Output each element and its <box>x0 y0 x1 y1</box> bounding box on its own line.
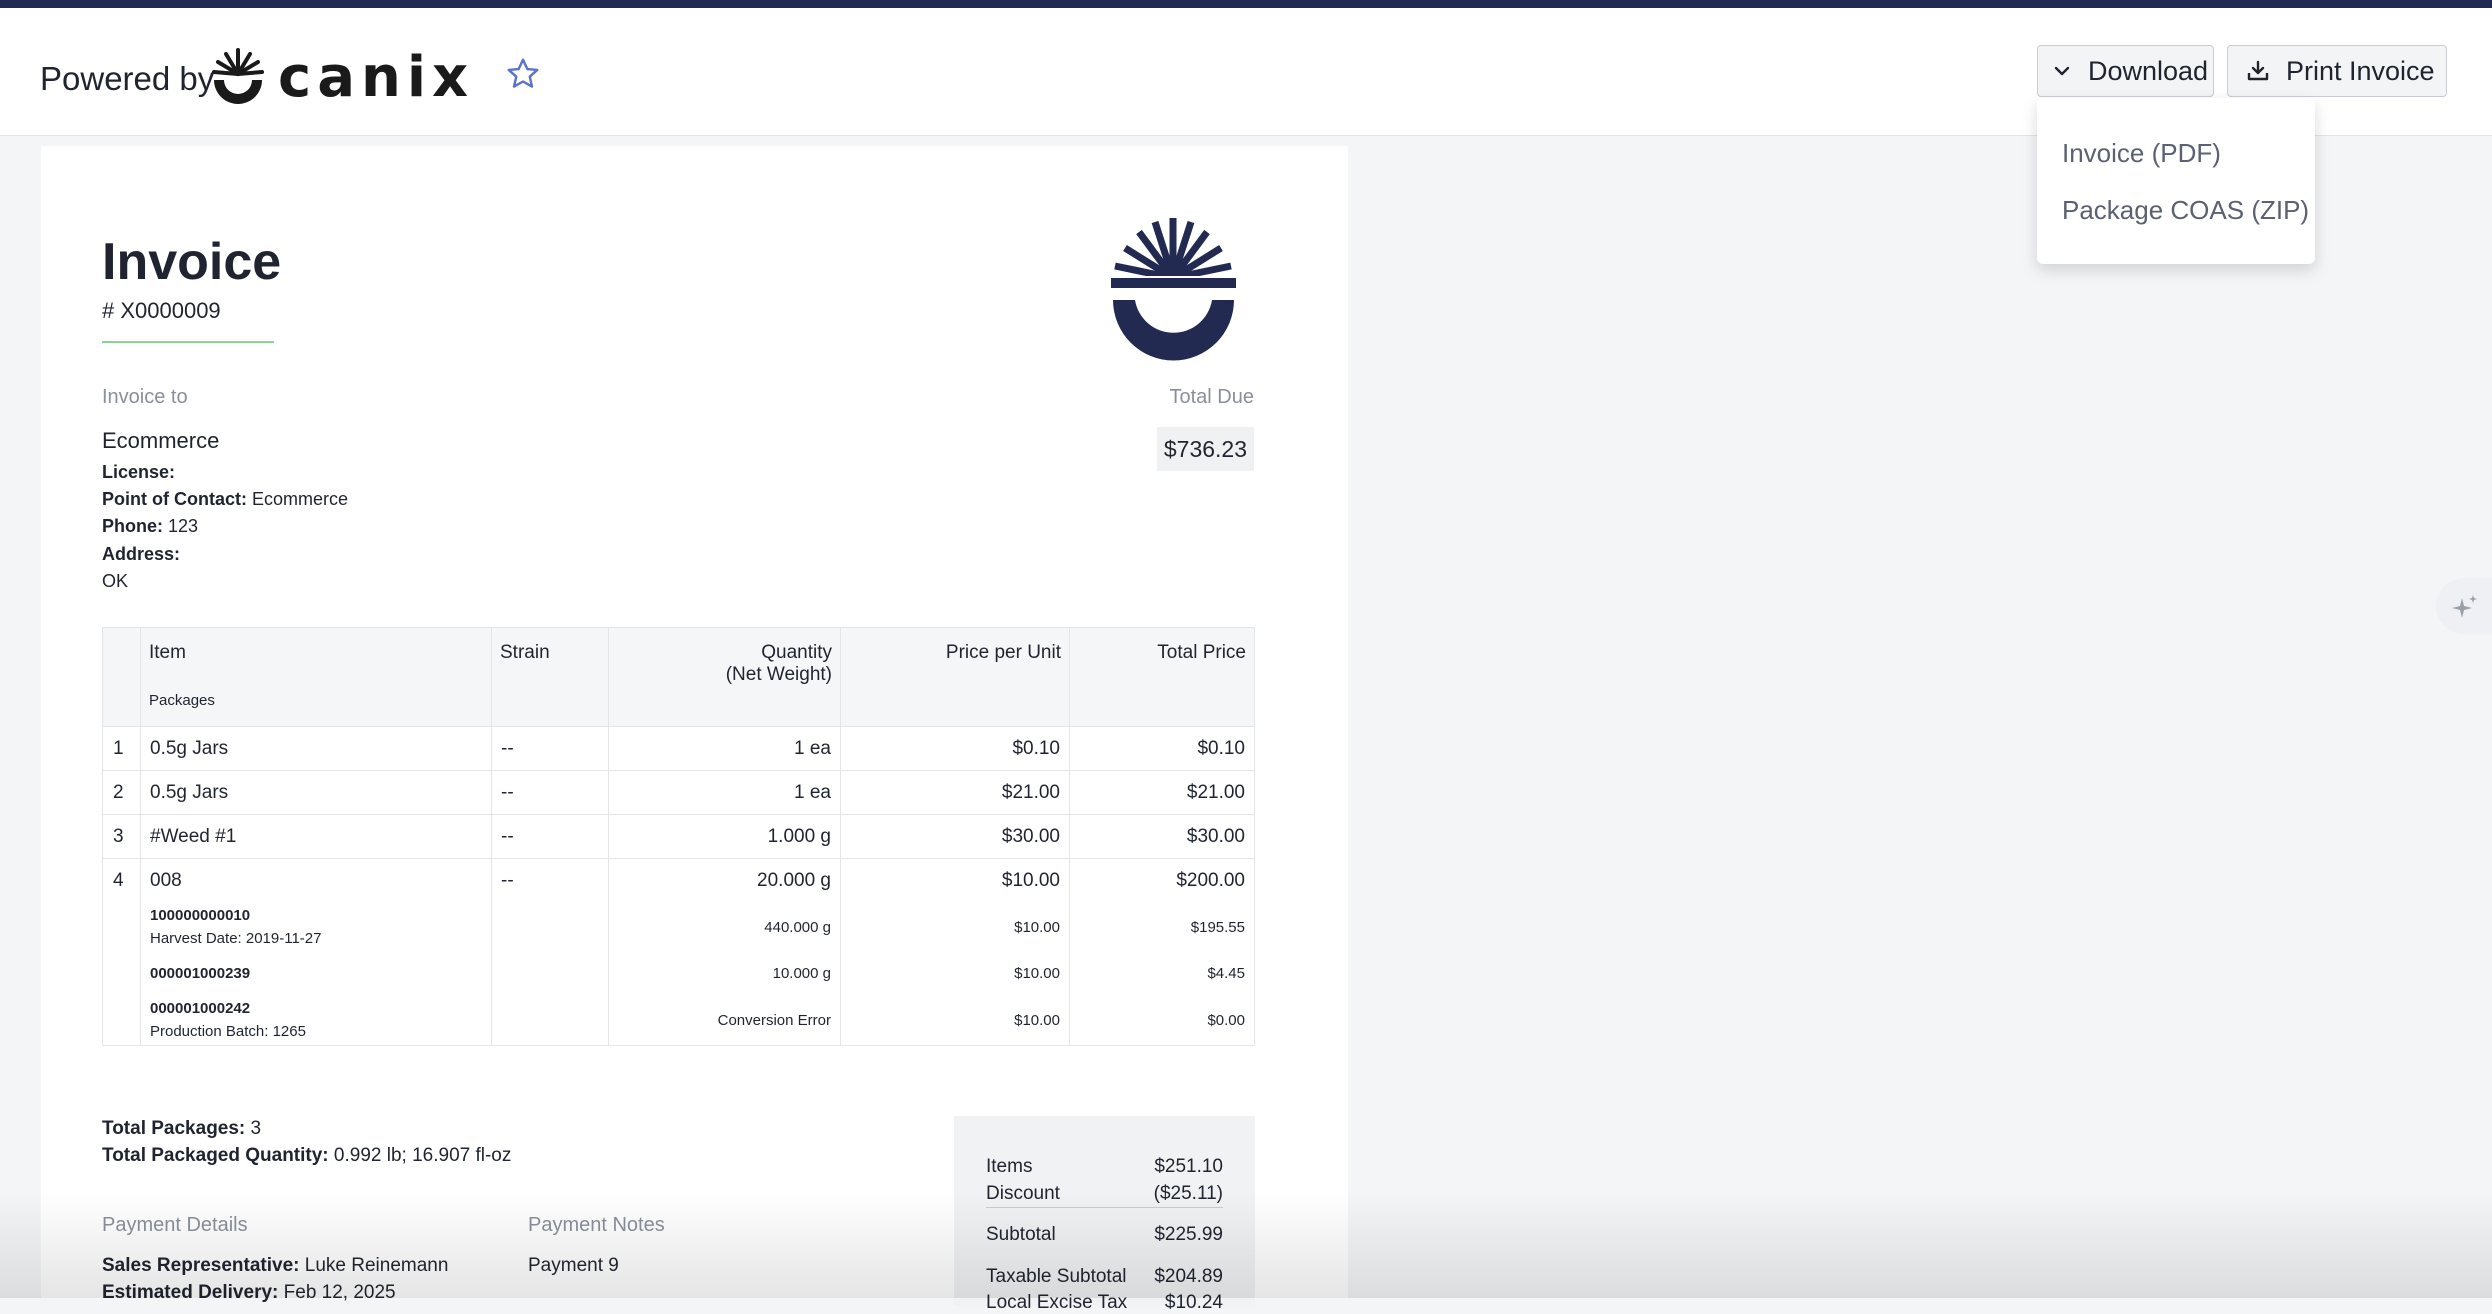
star-icon[interactable] <box>505 56 541 92</box>
total-due-label: Total Due <box>1169 386 1255 408</box>
table-row: 2 0.5g Jars -- 1 ea $21.00 $21.00 <box>102 770 1255 815</box>
col-strain: Strain <box>491 627 609 727</box>
summary-subtotal: Subtotal $225.99 <box>986 1224 1223 1245</box>
customer-address-label: Address: <box>102 544 181 564</box>
total-packaged-quantity: Total Packaged Quantity: 0.992 lb; 16.90… <box>102 1145 512 1166</box>
col-number <box>102 627 141 727</box>
summary-items: Items $251.10 <box>986 1156 1223 1177</box>
menu-item-package-coas-zip[interactable]: Package COAS (ZIP) <box>2062 195 2309 226</box>
table-row: 4 008 -- 20.000 g $10.00 $200.00 <box>102 858 1255 902</box>
canix-logo: canix <box>212 46 474 106</box>
title-underline <box>102 341 274 343</box>
summary-discount: Discount ($25.11) <box>986 1183 1223 1208</box>
invoice-number: # X0000009 <box>102 298 221 323</box>
invoice-summary: Items $251.10 Discount ($25.11) Subtotal $2… <box>954 1116 1255 1313</box>
total-due-amount: $736.23 <box>1156 427 1254 471</box>
customer-license: License: <box>102 462 176 482</box>
table-header-row: Item Packages Strain Quantity (Net Weight… <box>102 627 1255 727</box>
menu-item-invoice-pdf[interactable]: Invoice (PDF) <box>2062 138 2221 169</box>
ai-assistant-button[interactable] <box>2436 578 2492 634</box>
customer-name: Ecommerce <box>102 428 220 453</box>
powered-by-text: Powered by <box>40 60 215 97</box>
col-total-price: Total Price <box>1069 627 1255 727</box>
total-packages: Total Packages: 3 <box>102 1118 262 1139</box>
package-id: 000001000242 <box>150 1000 251 1017</box>
col-price-per-unit: Price per Unit <box>840 627 1070 727</box>
top-accent-bar <box>0 0 2492 8</box>
line-items-table: Item Packages Strain Quantity (Net Weight… <box>102 627 1255 1046</box>
summary-local-excise-tax: Local Excise Tax $10.24 <box>986 1292 1223 1313</box>
sparkle-icon <box>2452 595 2477 618</box>
table-row: 3 #Weed #1 -- 1.000 g $30.00 $30.00 <box>102 814 1255 859</box>
customer-contact: Point of Contact: Ecommerce <box>102 489 349 509</box>
table-row: 1 0.5g Jars -- 1 ea $0.10 $0.10 <box>102 726 1255 771</box>
package-row: 100000000010 Harvest Date: 2019-11-27 440… <box>102 902 1255 952</box>
download-dropdown-menu: Invoice (PDF) Package COAS (ZIP) <box>2037 98 2315 264</box>
download-icon <box>2247 60 2269 81</box>
estimated-delivery: Estimated Delivery: Feb 12, 2025 <box>102 1282 396 1303</box>
package-row: 000001000239 10.000 g $10.00 $4.45 <box>102 952 1255 995</box>
company-logo <box>1111 218 1236 361</box>
download-button[interactable]: Download <box>2037 45 2214 97</box>
package-row: 000001000242 Production Batch: 1265 Conve… <box>102 995 1255 1046</box>
package-id: 100000000010 <box>150 907 251 924</box>
col-packages: Packages <box>149 692 215 709</box>
summary-taxable-subtotal: Taxable Subtotal $204.89 <box>986 1266 1223 1287</box>
brand-wordmark: canix <box>278 46 474 106</box>
chevron-down-icon <box>2054 66 2070 76</box>
payment-notes-label: Payment Notes <box>528 1214 665 1236</box>
invoice-to-label: Invoice to <box>102 386 188 408</box>
sales-representative: Sales Representative: Luke Reinemann <box>102 1255 449 1276</box>
invoice-title: Invoice <box>102 233 282 291</box>
customer-phone: Phone: 123 <box>102 516 199 536</box>
payment-note: Payment 9 <box>528 1255 619 1276</box>
invoice-document: Invoice # X0000009 Invoice to Total Due … <box>41 146 1348 1313</box>
print-invoice-label: Print Invoice <box>2286 55 2435 86</box>
download-button-label: Download <box>2088 55 2209 86</box>
payment-details-label: Payment Details <box>102 1214 248 1236</box>
customer-address: OK <box>102 571 129 591</box>
package-id: 000001000239 <box>150 965 251 982</box>
print-invoice-button[interactable]: Print Invoice <box>2227 45 2447 97</box>
col-quantity: Quantity (Net Weight) <box>608 627 841 727</box>
col-item: Item Packages <box>140 627 492 727</box>
